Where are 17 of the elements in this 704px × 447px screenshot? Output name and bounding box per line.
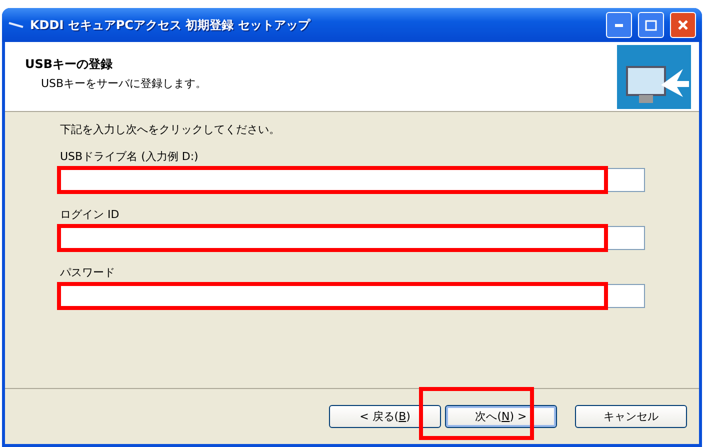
instruction-text: 下記を入力し次へをクリックしてください。	[60, 122, 281, 137]
field-label: パスワード	[60, 265, 116, 280]
minimize-icon	[615, 24, 623, 26]
window-title: KDDI セキュアPCアクセス 初期登録 セットアップ	[30, 16, 312, 34]
header-title: USBキーの登録	[25, 56, 114, 73]
minimize-button[interactable]	[606, 12, 632, 38]
header-subtitle: USBキーをサーバに登録します。	[40, 76, 208, 91]
wizard-button[interactable]: キャンセル	[575, 405, 687, 428]
maximize-button[interactable]	[638, 12, 664, 38]
wizard-button[interactable]: 次へ(N) >	[445, 405, 557, 428]
wizard-button[interactable]: < 戻る(B)	[329, 405, 441, 428]
field-label: USBドライブ名 (入力例 D:)	[60, 149, 200, 164]
plug-icon	[8, 20, 24, 30]
close-button[interactable]	[670, 12, 696, 38]
maximize-icon	[645, 20, 657, 30]
field-label: ログイン ID	[60, 207, 120, 222]
close-icon	[677, 19, 689, 31]
